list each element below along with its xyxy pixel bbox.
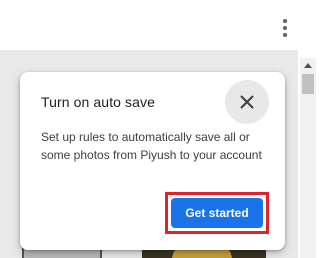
scroll-up-arrow-icon[interactable] — [300, 58, 316, 72]
scrollbar[interactable] — [300, 58, 316, 258]
dialog-title: Turn on auto save — [41, 94, 156, 110]
dialog-description: Set up rules to automatically save all o… — [41, 130, 262, 162]
more-vert-icon — [283, 19, 287, 23]
get-started-button[interactable]: Get started — [171, 198, 263, 228]
auto-save-dialog: Turn on auto save Set up rules to automa… — [20, 72, 285, 250]
close-icon — [240, 95, 254, 109]
scrollbar-thumb[interactable] — [302, 74, 314, 94]
more-options-button[interactable] — [276, 16, 294, 40]
highlight-outline: Get started — [165, 192, 269, 234]
close-button[interactable] — [225, 80, 269, 124]
